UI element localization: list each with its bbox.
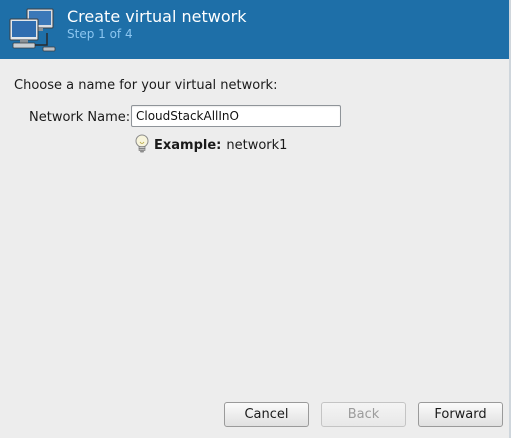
example-label: Example: (154, 137, 222, 153)
example-hint: Example: network1 (134, 134, 287, 156)
name-prompt: Choose a name for your virtual network: (14, 78, 278, 93)
wizard-header: Create virtual network Step 1 of 4 (0, 0, 511, 59)
forward-button[interactable]: Forward (418, 402, 503, 427)
lightbulb-icon (135, 134, 149, 153)
network-name-input[interactable] (131, 105, 341, 127)
example-value: network1 (226, 137, 288, 153)
network-computers-icon (9, 8, 56, 52)
back-button[interactable]: Back (321, 402, 406, 427)
cancel-button[interactable]: Cancel (224, 402, 309, 427)
wizard-title: Create virtual network (67, 7, 247, 26)
wizard-step-indicator: Step 1 of 4 (67, 27, 133, 41)
network-name-label: Network Name: (29, 110, 131, 125)
